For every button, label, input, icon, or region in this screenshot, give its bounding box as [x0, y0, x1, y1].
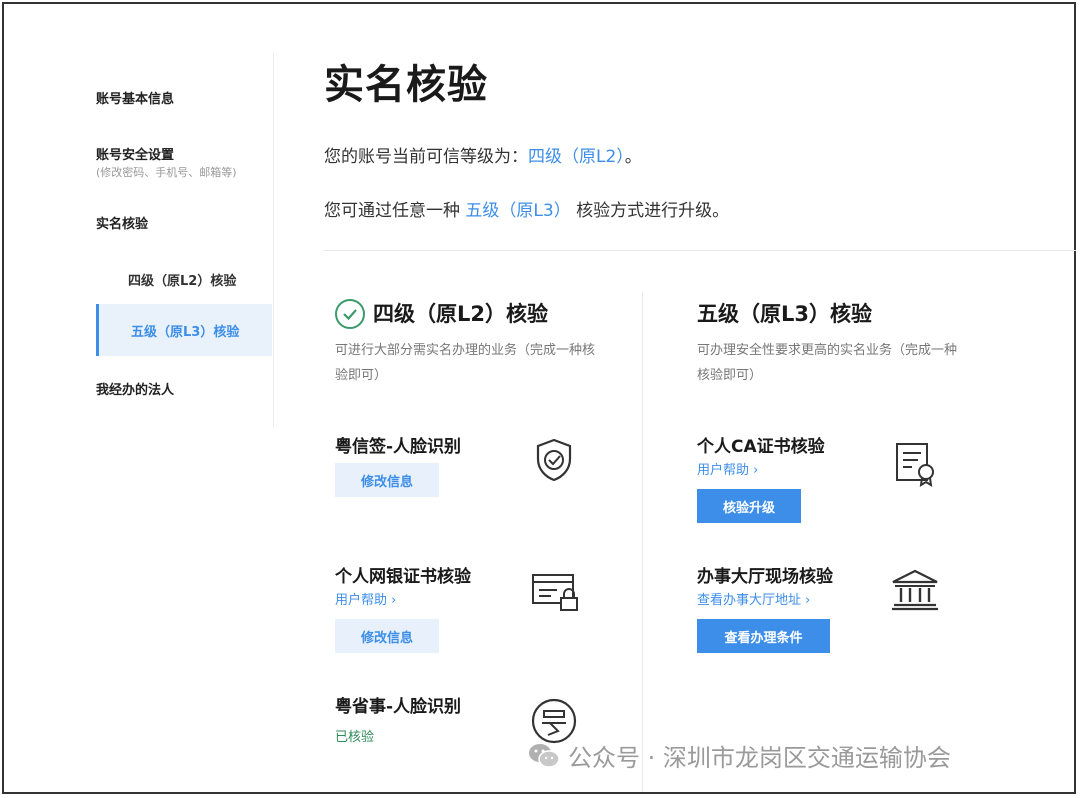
sidebar-item-level4[interactable]: 四级（原L2）核验: [128, 270, 236, 289]
sidebar-item-level5[interactable]: 五级（原L3）核验: [96, 304, 272, 356]
personal-ca-title: 个人CA证书核验: [697, 437, 825, 457]
upgrade-prefix: 您可通过任意一种: [324, 201, 460, 221]
ebank-cert-title: 个人网银证书核验: [335, 567, 471, 587]
current-level-line: 您的账号当前可信等级为：四级（原L2）。: [324, 142, 642, 167]
page-title: 实名核验: [324, 62, 488, 108]
column-divider: [642, 292, 643, 792]
view-conditions-button[interactable]: 查看办理条件: [697, 619, 830, 653]
sidebar-item-basic-info[interactable]: 账号基本信息: [96, 88, 174, 107]
upgrade-value: 五级（原L3）: [465, 201, 571, 221]
sidebar-item-legal-person[interactable]: 我经办的法人: [96, 379, 174, 398]
yueshengshi-status: 已核验: [335, 730, 375, 745]
certificate-icon: [894, 441, 938, 491]
yuexinqian-modify-button[interactable]: 修改信息: [335, 463, 439, 497]
upgrade-suffix: 核验方式进行升级。: [576, 201, 730, 221]
card-lock-icon: [531, 572, 581, 616]
level5-title: 五级（原L3）核验: [697, 302, 872, 326]
level4-desc: 可进行大部分需实名办理的业务（完成一种核验即可）: [335, 343, 596, 383]
level4-title: 四级（原L2）核验: [373, 302, 548, 326]
current-level-suffix: 。: [624, 147, 642, 167]
yueshengshi-title: 粤省事-人脸识别: [335, 697, 462, 717]
sidebar-item-security[interactable]: 账号安全设置: [96, 144, 174, 163]
watermark-text: 公众号 · 深圳市龙岗区交通运输协会: [568, 744, 951, 772]
hall-address-link[interactable]: 查看办事大厅地址 ›: [697, 589, 810, 608]
personal-ca-help-link[interactable]: 用户帮助 ›: [697, 459, 758, 478]
header-divider: [324, 250, 1076, 251]
current-level-prefix: 您的账号当前可信等级为：: [324, 147, 528, 167]
sidebar: 账号基本信息 账号安全设置 (修改密码、手机号、邮箱等) 实名核验 四级（原L2…: [96, 52, 274, 428]
hall-onsite-title: 办事大厅现场核验: [697, 567, 833, 587]
bank-building-icon: [890, 568, 940, 616]
check-icon: [335, 299, 365, 329]
ebank-help-link[interactable]: 用户帮助 ›: [335, 589, 396, 608]
verify-upgrade-button[interactable]: 核验升级: [697, 489, 801, 523]
current-level-value: 四级（原L2）: [528, 147, 625, 167]
yuexinqian-title: 粤信签-人脸识别: [335, 437, 462, 457]
level5-desc: 可办理安全性要求更高的实名业务（完成一种核验即可）: [697, 343, 958, 383]
upgrade-line: 您可通过任意一种 五级（原L3） 核验方式进行升级。: [324, 196, 729, 221]
sidebar-item-security-sub: (修改密码、手机号、邮箱等): [96, 166, 237, 179]
shield-check-icon: [533, 437, 575, 487]
wechat-icon: [529, 743, 560, 768]
sidebar-item-realname[interactable]: 实名核验: [96, 213, 148, 232]
sidebar-item-level5-label: 五级（原L3）核验: [131, 325, 240, 340]
watermark: 公众号 · 深圳市龙岗区交通运输协会: [528, 738, 951, 773]
ebank-modify-button[interactable]: 修改信息: [335, 619, 439, 653]
